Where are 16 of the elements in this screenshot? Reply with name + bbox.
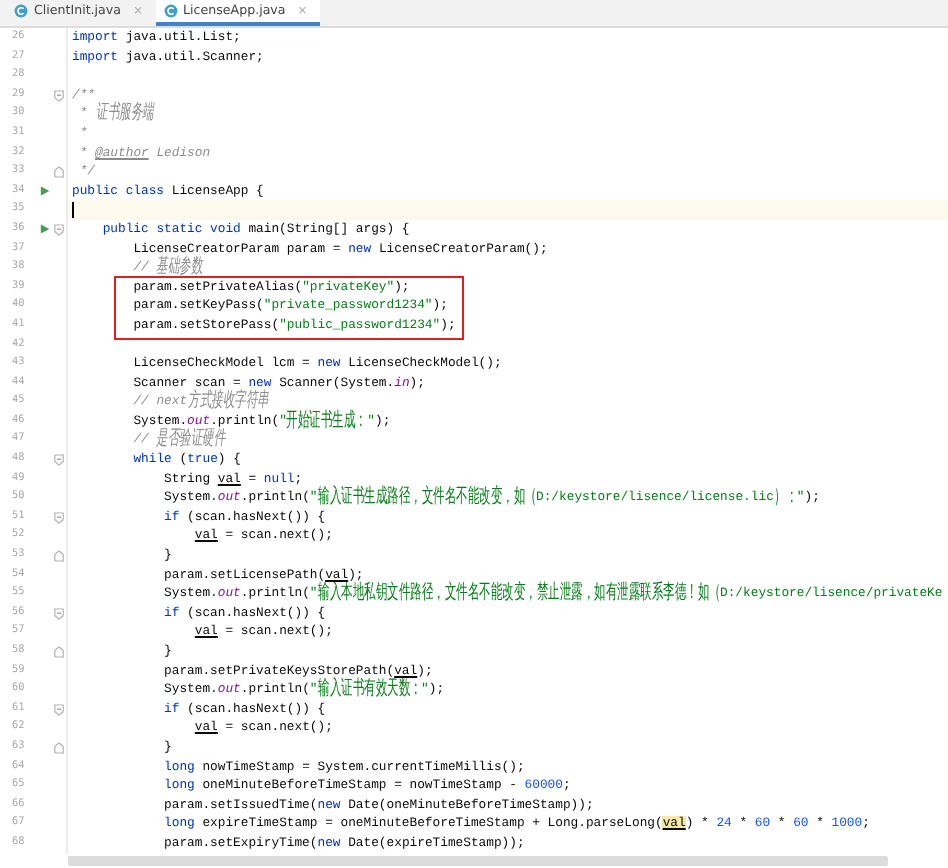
fold-icon[interactable] (54, 703, 64, 716)
fold-icon[interactable] (54, 165, 64, 178)
fold-icon[interactable] (54, 741, 64, 754)
fold-icon[interactable] (54, 511, 64, 524)
fold-icon[interactable] (54, 453, 64, 466)
fold-icon[interactable] (54, 549, 64, 562)
run-icon[interactable] (39, 186, 49, 197)
fold-icon[interactable] (54, 89, 64, 102)
run-icon[interactable] (39, 224, 49, 235)
text-cursor (72, 202, 74, 219)
class-icon (14, 4, 28, 18)
class-icon (163, 4, 178, 18)
fold-icon[interactable] (54, 607, 64, 620)
scrollbar[interactable] (68, 855, 888, 866)
fold-icon[interactable] (54, 223, 64, 236)
fold-icon[interactable] (54, 645, 64, 658)
